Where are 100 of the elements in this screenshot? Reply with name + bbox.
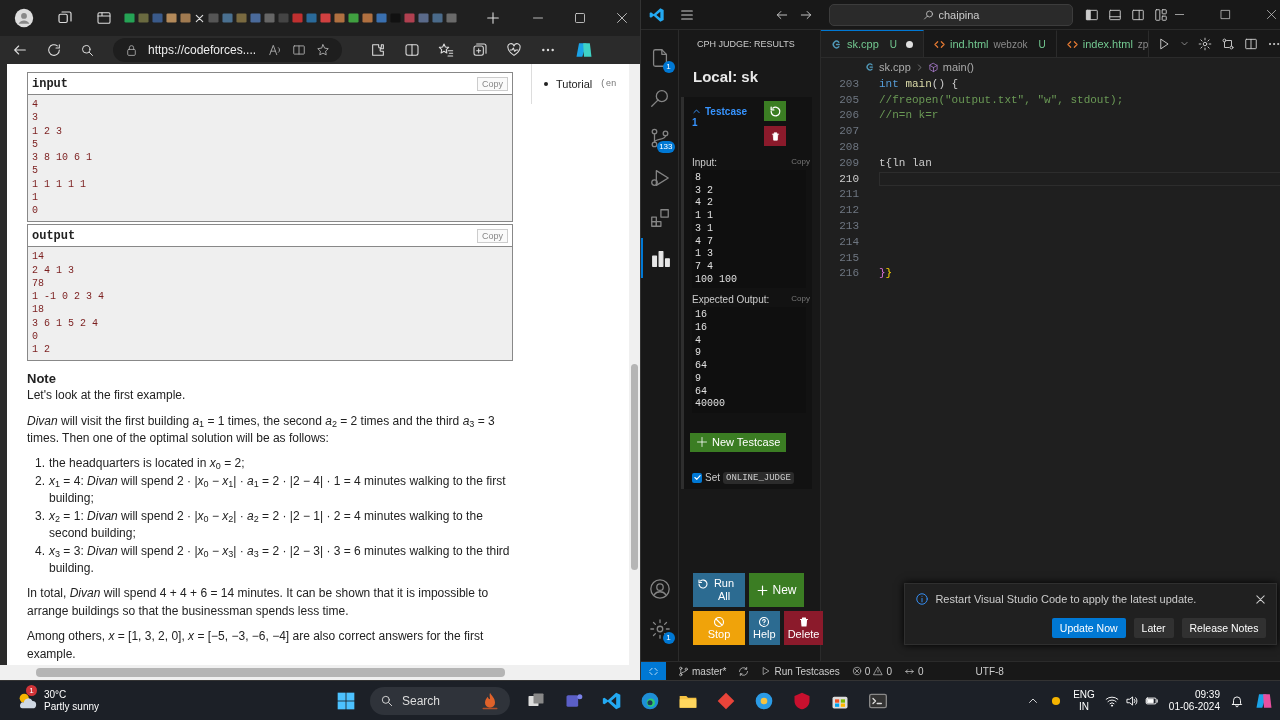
weather-text[interactable]: Partly sunny bbox=[44, 700, 100, 713]
editor-logo-icon[interactable] bbox=[649, 6, 665, 23]
url-text[interactable]: https://codeforces.... bbox=[148, 43, 257, 57]
tab-favicon-icon[interactable] bbox=[404, 11, 415, 25]
tab-favicon-icon[interactable] bbox=[138, 11, 149, 25]
primary-button[interactable]: Update Now bbox=[1051, 618, 1126, 638]
clock[interactable]: 09:39 01-06-2024 bbox=[1168, 688, 1220, 713]
maximize-icon[interactable] bbox=[1220, 9, 1232, 20]
copilot-icon[interactable] bbox=[574, 40, 594, 60]
tab-actions-icon[interactable] bbox=[96, 10, 112, 26]
problems-status[interactable]: 0 0 bbox=[851, 665, 892, 677]
tab-favicon-icon[interactable] bbox=[264, 11, 275, 25]
copy-button[interactable]: Copy bbox=[791, 157, 810, 168]
refresh-icon[interactable] bbox=[46, 42, 62, 58]
wifi-icon[interactable] bbox=[1104, 693, 1119, 708]
command-search-field[interactable]: chaipina bbox=[829, 3, 1073, 26]
temperature[interactable]: 30°C bbox=[44, 688, 100, 701]
health-icon[interactable] bbox=[506, 42, 522, 58]
copy-button[interactable]: Copy bbox=[477, 228, 508, 243]
read-aloud-icon[interactable] bbox=[268, 43, 282, 57]
back-icon[interactable] bbox=[12, 42, 28, 58]
scrollbar-thumb[interactable] bbox=[36, 668, 505, 677]
tab-favicon-icon[interactable] bbox=[418, 11, 429, 25]
split-screen-icon[interactable] bbox=[404, 42, 420, 58]
copy-button[interactable]: Copy bbox=[791, 294, 810, 306]
profile-avatar-icon[interactable] bbox=[14, 8, 34, 28]
sample-text: 14 2 4 1 3 78 1 -1 0 2 3 4 18 3 6 1 5 2 4 0 1 2 bbox=[28, 246, 512, 361]
tab-favicon-icon[interactable] bbox=[376, 11, 387, 25]
maximize-icon[interactable] bbox=[574, 12, 586, 24]
collections-icon[interactable] bbox=[472, 42, 488, 58]
scrollbar-thumb[interactable] bbox=[631, 364, 638, 570]
ports-status[interactable]: 0 bbox=[904, 665, 924, 677]
compare-changes-icon[interactable] bbox=[1221, 36, 1236, 51]
rerun-button[interactable] bbox=[764, 101, 786, 121]
tab-favicon-icon[interactable] bbox=[432, 11, 443, 25]
start-icon[interactable] bbox=[336, 690, 356, 711]
extensions-icon[interactable] bbox=[370, 42, 386, 58]
testcase-toggle[interactable]: Testcase bbox=[692, 106, 748, 117]
tab-favicon-icon[interactable] bbox=[362, 11, 373, 25]
tab-favicon-icon[interactable] bbox=[334, 11, 345, 25]
account-icon[interactable] bbox=[648, 578, 671, 600]
tab-favicon-icon[interactable] bbox=[446, 11, 457, 25]
section-heading: Note bbox=[27, 371, 57, 388]
new-tab-icon[interactable] bbox=[485, 10, 501, 26]
delete-button[interactable]: Delete bbox=[783, 611, 824, 645]
help-button[interactable]: Help bbox=[749, 611, 780, 645]
split-editor-icon[interactable] bbox=[1244, 36, 1259, 51]
extensions-icon[interactable] bbox=[648, 207, 671, 229]
encoding-status[interactable]: UTF-8 bbox=[975, 665, 1004, 677]
bell-icon[interactable] bbox=[1230, 693, 1244, 708]
language-indicator[interactable]: ENG IN bbox=[1073, 688, 1095, 713]
tab-favicon-icon[interactable] bbox=[250, 11, 261, 25]
branch-status[interactable]: master* bbox=[678, 665, 727, 677]
run-debug-icon[interactable] bbox=[648, 167, 671, 189]
secondary-button[interactable]: Later bbox=[1133, 618, 1174, 638]
favorite-star-icon[interactable] bbox=[316, 43, 330, 57]
close-icon[interactable] bbox=[1266, 9, 1278, 20]
close-icon[interactable] bbox=[616, 12, 628, 24]
sidebar-link[interactable]: Tutorial bbox=[556, 78, 593, 90]
code-editor-icon[interactable] bbox=[602, 690, 622, 711]
search-field[interactable]: Search bbox=[370, 686, 510, 715]
settings-icon[interactable] bbox=[648, 618, 671, 640]
settings-icon[interactable] bbox=[1198, 36, 1213, 51]
favorites-icon[interactable] bbox=[438, 42, 454, 58]
search-icon[interactable] bbox=[80, 42, 95, 58]
delete-button[interactable] bbox=[764, 126, 786, 146]
close-icon[interactable] bbox=[194, 12, 205, 24]
shield-icon[interactable] bbox=[792, 690, 812, 711]
tab-favicon-icon[interactable] bbox=[166, 11, 177, 25]
tab-favicon-icon[interactable] bbox=[236, 11, 247, 25]
breadcrumb-item[interactable]: sk.cpp bbox=[879, 61, 911, 73]
globe-icon[interactable] bbox=[754, 690, 774, 711]
tab-favicon-icon[interactable] bbox=[320, 11, 331, 25]
address-bar[interactable]: https://codeforces.... bbox=[113, 38, 342, 62]
browser-icon[interactable] bbox=[640, 690, 660, 711]
tab-favicon-icon[interactable] bbox=[348, 11, 359, 25]
copy-button[interactable]: Copy bbox=[477, 76, 508, 91]
tab-favicon-icon[interactable] bbox=[180, 11, 191, 25]
search-icon[interactable] bbox=[648, 87, 671, 109]
checkbox[interactable] bbox=[692, 472, 702, 483]
secondary-button[interactable]: Release Notes bbox=[1181, 618, 1267, 638]
toggle-panel-icon[interactable] bbox=[1108, 7, 1122, 22]
new-button[interactable]: New bbox=[749, 573, 804, 607]
breadcrumb-item[interactable]: main() bbox=[942, 61, 974, 73]
tab-favicon-icon[interactable] bbox=[292, 11, 303, 25]
run-testcases-button[interactable]: Run Testcases bbox=[761, 665, 840, 677]
tab-favicon-icon[interactable] bbox=[222, 11, 233, 25]
sync-icon[interactable] bbox=[738, 665, 750, 677]
toggle-sidebar-icon[interactable] bbox=[1085, 7, 1099, 22]
volume-icon[interactable] bbox=[1124, 693, 1139, 708]
new-testcase-button[interactable]: New Testcase bbox=[690, 432, 787, 452]
customize-layout-icon[interactable] bbox=[1154, 7, 1168, 22]
immersive-reader-icon[interactable] bbox=[292, 43, 306, 57]
tab-favicon-icon[interactable] bbox=[124, 11, 135, 25]
close-icon[interactable] bbox=[1255, 593, 1267, 605]
run-all-button[interactable]: Run All bbox=[693, 573, 745, 607]
diamond-icon[interactable] bbox=[716, 690, 736, 711]
editor-tab[interactable]: sk.cpp U bbox=[821, 30, 925, 57]
toggle-secondary-sidebar-icon[interactable] bbox=[1131, 7, 1145, 22]
tab-favicon-icon[interactable] bbox=[306, 11, 317, 25]
